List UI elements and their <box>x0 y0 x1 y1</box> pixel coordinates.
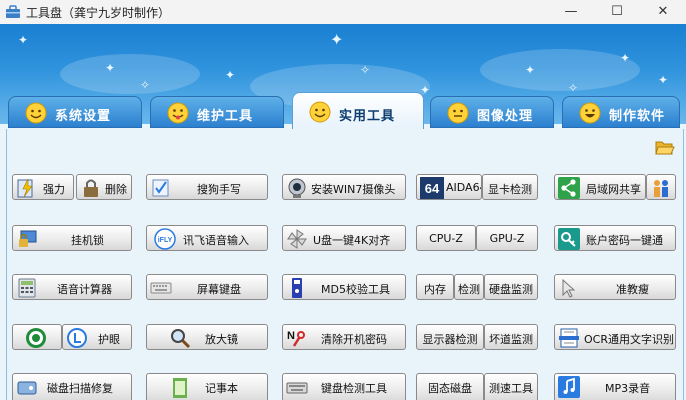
gpu-check-button[interactable]: 显卡检测 <box>482 174 538 200</box>
install-win7-camera-button[interactable]: 安装WIN7摄像头 <box>282 174 406 200</box>
sparkle-icon: ✦ <box>620 51 631 65</box>
tab-system-settings[interactable]: 系统设置 <box>8 96 142 128</box>
voice-calculator-button[interactable]: 语音计算器 <box>12 274 132 300</box>
monitor-lock-icon <box>19 230 37 247</box>
app-window: 工具盘（龚宁九岁时制作） — ☐ ✕ ✦ ✦ ✧ ✦ ✦ ✧ ✦ ✦ ✧ ✦ ✦… <box>0 0 686 400</box>
notepad-button[interactable]: 记事本 <box>146 373 268 400</box>
accessibility-button[interactable] <box>646 174 676 200</box>
tongue-smiley-icon <box>167 102 189 124</box>
sparkle-icon: ✦ <box>330 30 344 49</box>
sparkle-icon: ✦ <box>225 68 236 82</box>
aida64-logo-icon: 64 <box>420 177 444 199</box>
tools-panel <box>6 129 684 400</box>
svg-text:iFLY: iFLY <box>158 237 173 244</box>
tab-maintenance-tools[interactable]: 维护工具 <box>150 96 284 128</box>
sougou-handwriting-button[interactable]: 搜狗手写 <box>146 174 268 200</box>
pinwheel-icon <box>287 229 307 249</box>
aida64-button[interactable]: 64 AIDA64 <box>416 174 482 200</box>
close-button[interactable]: ✕ <box>640 0 686 24</box>
camera-shutter-icon <box>26 328 46 348</box>
zhunjiaoshou-button[interactable]: 准教瘦 <box>554 274 676 300</box>
disk-scan-icon <box>17 381 37 395</box>
sparkle-icon: ✧ <box>360 63 371 77</box>
sparkle-icon: ✧ <box>568 81 579 95</box>
sparkle-icon: ✦ <box>658 73 669 87</box>
sparkle-icon: ✧ <box>140 78 151 92</box>
tab-image-processing[interactable]: 图像处理 <box>430 96 554 128</box>
udisk-4k-align-button[interactable]: U盘一键4K对齐 <box>282 225 406 251</box>
keyboard-icon <box>150 282 172 294</box>
maximize-button[interactable]: ☐ <box>594 0 640 24</box>
svg-text:64: 64 <box>425 181 440 196</box>
sparkle-icon: ✦ <box>105 61 116 75</box>
window-title: 工具盘（龚宁九岁时制作） <box>26 6 171 20</box>
checkmark-pen-icon <box>152 179 169 197</box>
people-icon <box>654 180 668 197</box>
disk-monitor-button[interactable]: 硬盘监测 <box>484 274 538 300</box>
padlock-icon <box>84 179 98 197</box>
lan-share-button[interactable]: 局域网共享 <box>554 174 646 200</box>
title-bar: 工具盘（龚宁九岁时制作） — ☐ ✕ <box>0 0 686 25</box>
gpu-z-button[interactable]: GPU-Z <box>476 225 538 251</box>
keyboard-test-button[interactable]: 键盘检测工具 <box>282 373 406 400</box>
tab-label: 制作软件 <box>609 109 666 124</box>
open-folder-icon[interactable] <box>655 138 675 156</box>
share-icon <box>558 177 580 199</box>
music-note-icon <box>558 376 580 398</box>
tab-label: 系统设置 <box>55 109 112 124</box>
magnifier-button[interactable]: 放大镜 <box>146 324 268 350</box>
md5-checksum-button[interactable]: MD5校验工具 <box>282 274 406 300</box>
speed-test-button[interactable]: 测速工具 <box>484 373 538 400</box>
ifly-logo-icon: iFLY <box>154 228 176 250</box>
disk-scan-repair-button[interactable]: 磁盘扫描修复 <box>12 373 132 400</box>
tab-label: 实用工具 <box>339 109 396 124</box>
key-icon <box>558 228 580 250</box>
no-key-icon: N <box>287 330 305 347</box>
sparkle-icon: ✦ <box>18 33 29 47</box>
memory-test-button[interactable]: 检测 <box>454 274 484 300</box>
monitor-test-button[interactable]: 显示器检测 <box>416 324 484 350</box>
shutter-button[interactable] <box>12 324 62 350</box>
grin-smiley-icon <box>579 102 601 124</box>
ocr-scan-icon <box>559 328 579 348</box>
smiley-icon <box>447 102 469 124</box>
tab-label: 图像处理 <box>477 109 534 124</box>
notepad-icon <box>173 378 187 398</box>
keyboard-icon <box>286 382 308 394</box>
memory-button[interactable]: 内存 <box>416 274 454 300</box>
cpu-z-button[interactable]: CPU-Z <box>416 225 476 251</box>
toolbox-icon <box>6 5 20 18</box>
usb-drive-icon <box>292 278 302 298</box>
arrow-cursor-icon <box>562 278 576 298</box>
hang-lock-button[interactable]: 挂机锁 <box>12 225 132 251</box>
tab-make-software[interactable]: 制作软件 <box>562 96 680 128</box>
ssd-button[interactable]: 固态磁盘 <box>416 373 484 400</box>
magnifier-icon <box>171 329 191 349</box>
minimize-button[interactable]: — <box>548 0 594 24</box>
mp3-recorder-button[interactable]: MP3录音 <box>554 373 676 400</box>
tab-label: 维护工具 <box>197 109 254 124</box>
screen-keyboard-button[interactable]: 屏幕键盘 <box>146 274 268 300</box>
calculator-icon <box>18 278 36 298</box>
webcam-icon <box>288 178 306 198</box>
smiley-icon <box>25 102 47 124</box>
iflytek-voice-input-button[interactable]: iFLY 讯飞语音输入 <box>146 225 268 251</box>
shanchu-button[interactable]: 删除 <box>76 174 132 200</box>
account-password-button[interactable]: 账户密码一键通 <box>554 225 676 251</box>
bad-sector-monitor-button[interactable]: 坏道监测 <box>484 324 538 350</box>
tab-practical-tools[interactable]: 实用工具 <box>292 92 424 130</box>
qiangli-button[interactable]: 强力 <box>12 174 74 200</box>
svg-text:N: N <box>287 330 295 342</box>
power-flash-icon <box>17 178 33 198</box>
clear-boot-password-button[interactable]: N 清除开机密码 <box>282 324 406 350</box>
sparkle-icon: ✦ <box>525 63 536 77</box>
eye-care-button[interactable]: 护眼 <box>62 324 132 350</box>
ocr-button[interactable]: OCR通用文字识别 <box>554 324 676 350</box>
smiley-icon <box>309 101 331 123</box>
clock-l-icon <box>67 328 87 348</box>
